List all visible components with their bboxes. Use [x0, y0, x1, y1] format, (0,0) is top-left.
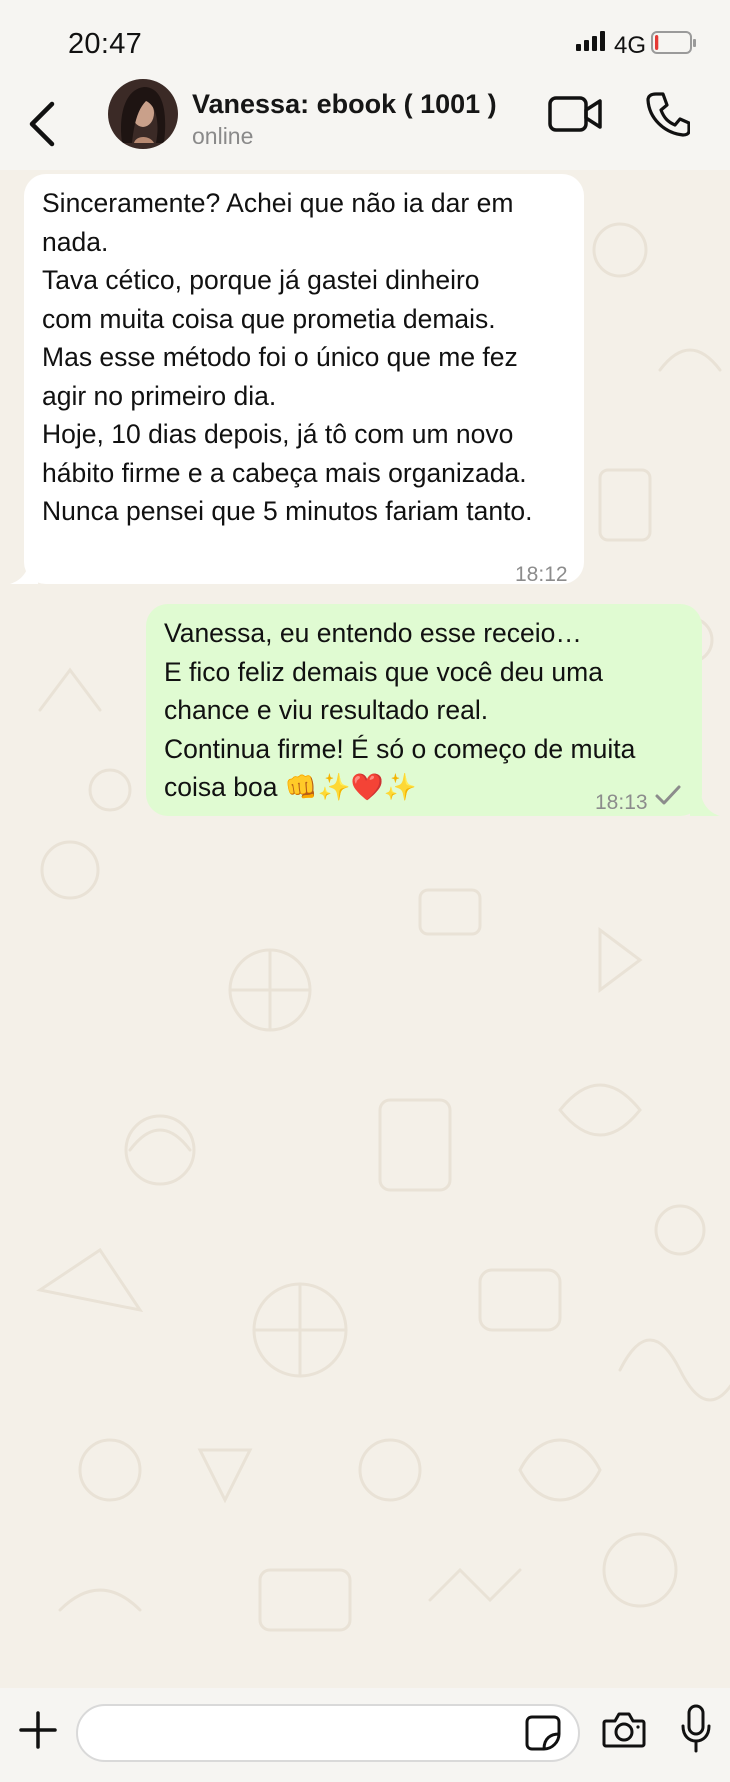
status-bar: 20:47 4G: [0, 0, 730, 78]
camera-icon[interactable]: [602, 1710, 646, 1750]
bubble-tail: [690, 790, 720, 816]
video-camera-icon[interactable]: [548, 94, 604, 134]
message-text: Vanessa, eu entendo esse receio… E fico …: [164, 618, 636, 802]
message-input[interactable]: [76, 1704, 580, 1762]
outgoing-message[interactable]: Vanessa, eu entendo esse receio… E fico …: [146, 604, 702, 816]
phone-icon[interactable]: [646, 91, 690, 137]
message-time: 18:13: [595, 791, 648, 814]
avatar[interactable]: [108, 79, 178, 149]
contact-status: online: [192, 123, 254, 149]
message-time: 18:12: [515, 563, 568, 586]
incoming-message[interactable]: Sinceramente? Achei que não ia dar em na…: [24, 174, 584, 586]
sticker-icon[interactable]: [524, 1714, 562, 1752]
avatar-photo: [120, 87, 166, 143]
battery-icon: [651, 31, 696, 54]
microphone-icon[interactable]: [680, 1704, 712, 1754]
contact-name[interactable]: Vanessa: ebook ( 1001 ): [192, 89, 497, 120]
input-bar: [0, 1688, 730, 1782]
plus-icon[interactable]: [18, 1710, 58, 1750]
message-text: Sinceramente? Achei que não ia dar em na…: [42, 188, 533, 526]
bubble-tail: [10, 558, 38, 584]
single-check-icon: [655, 785, 681, 805]
chat-area[interactable]: Sinceramente? Achei que não ia dar em na…: [0, 170, 730, 1688]
network-type: 4G: [614, 32, 647, 59]
chat-header: Vanessa: ebook ( 1001 ) online: [0, 78, 730, 170]
chevron-left-icon[interactable]: [26, 92, 66, 152]
status-time: 20:47: [68, 28, 143, 60]
signal-strength-icon: [576, 31, 605, 51]
